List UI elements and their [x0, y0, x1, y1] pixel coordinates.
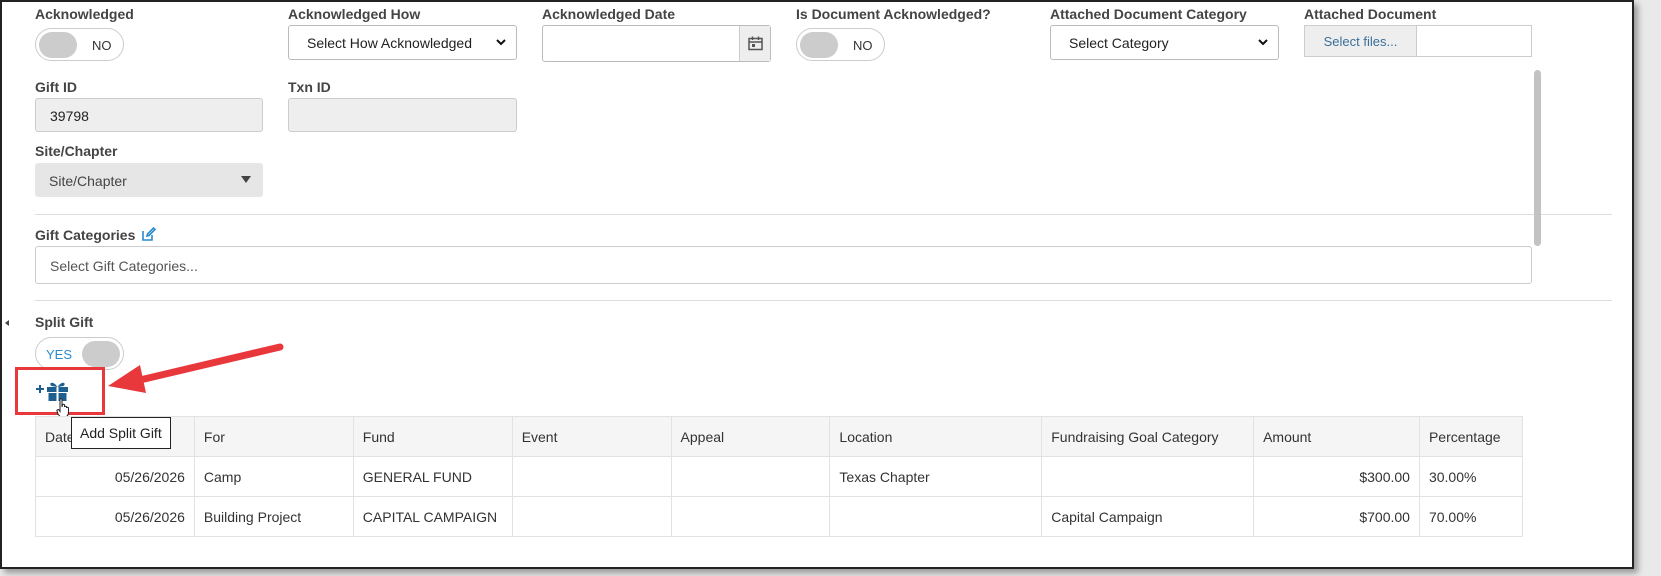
gift-id-input[interactable]: 39798 [35, 98, 263, 132]
cell-appeal [670, 496, 831, 537]
divider [35, 300, 1612, 301]
form-window: Acknowledged Acknowledged How Acknowledg… [0, 0, 1634, 569]
vertical-scrollbar[interactable] [1532, 62, 1543, 522]
txn-id-label: Txn ID [288, 79, 331, 95]
cell-goal-category [1041, 456, 1255, 497]
cell-fund: CAPITAL CAMPAIGN [352, 496, 513, 537]
select-value: Site/Chapter [49, 173, 127, 189]
split-gift-label: Split Gift [35, 314, 94, 330]
column-header-for[interactable]: For [193, 416, 354, 457]
cell-percentage: 70.00% [1418, 496, 1524, 537]
attached-document-label: Attached Document [1304, 6, 1437, 22]
site-chapter-select[interactable]: Site/Chapter [35, 163, 263, 197]
cell-amount: $300.00 [1253, 456, 1420, 497]
hand-cursor-icon [56, 398, 69, 418]
table-row[interactable]: 05/26/2026 Building Project CAPITAL CAMP… [35, 496, 1524, 537]
cell-event [511, 456, 672, 497]
cell-appeal [670, 456, 831, 497]
gift-id-label: Gift ID [35, 79, 77, 95]
document-acknowledged-toggle[interactable]: NO [796, 28, 885, 61]
site-chapter-label: Site/Chapter [35, 143, 118, 159]
column-header-event[interactable]: Event [511, 416, 672, 457]
gift-categories-label-text: Gift Categories [35, 227, 136, 243]
column-header-percentage[interactable]: Percentage [1418, 416, 1524, 457]
txn-id-input[interactable] [288, 98, 517, 132]
annotation-arrow [108, 343, 284, 393]
document-acknowledged-label: Is Document Acknowledged? [796, 6, 991, 22]
acknowledged-label: Acknowledged [35, 6, 134, 22]
cell-location [829, 496, 1043, 537]
acknowledged-date-input[interactable] [542, 25, 771, 62]
select-value: Select How Acknowledged [307, 35, 472, 51]
collapse-arrow-icon[interactable] [5, 320, 9, 326]
toggle-text: NO [853, 38, 873, 53]
acknowledged-date-label: Acknowledged Date [542, 6, 676, 22]
cell-date: 05/26/2026 [35, 456, 195, 497]
select-value: Select Category [1069, 35, 1169, 51]
acknowledged-how-label: Acknowledged How [288, 6, 421, 22]
chevron-down-icon [496, 39, 506, 46]
gift-categories-placeholder: Select Gift Categories... [50, 258, 198, 274]
cell-percentage: 30.00% [1418, 456, 1524, 497]
gift-categories-label: Gift Categories [35, 226, 157, 243]
divider [35, 214, 1612, 215]
split-gift-table: Date For Fund Event Appeal Location Fund… [35, 416, 1524, 537]
gift-categories-input[interactable]: Select Gift Categories... [35, 246, 1532, 284]
toggle-text: NO [92, 38, 112, 53]
table-row[interactable]: 05/26/2026 Camp GENERAL FUND Texas Chapt… [35, 456, 1524, 497]
column-header-fund[interactable]: Fund [352, 416, 513, 457]
acknowledged-toggle[interactable]: NO [35, 28, 124, 61]
cell-amount: $700.00 [1253, 496, 1420, 537]
column-header-location[interactable]: Location [829, 416, 1043, 457]
attached-document-field: Select files... [1304, 25, 1532, 57]
cell-date: 05/26/2026 [35, 496, 195, 537]
cell-location: Texas Chapter [829, 456, 1043, 497]
cell-for: Camp [193, 456, 354, 497]
attached-document-category-select[interactable]: Select Category [1050, 25, 1279, 60]
chevron-down-icon [1258, 39, 1268, 46]
attached-document-category-label: Attached Document Category [1050, 6, 1247, 22]
column-header-appeal[interactable]: Appeal [670, 416, 831, 457]
toggle-knob [800, 32, 838, 58]
scrollbar-thumb[interactable] [1534, 70, 1541, 246]
toggle-knob [39, 32, 77, 58]
acknowledged-how-select[interactable]: Select How Acknowledged [288, 25, 517, 60]
cell-fund: GENERAL FUND [352, 456, 513, 497]
select-files-button[interactable]: Select files... [1305, 26, 1417, 56]
table-header-row: Date For Fund Event Appeal Location Fund… [35, 416, 1524, 457]
cell-event [511, 496, 672, 537]
toggle-text: YES [46, 347, 73, 362]
cell-goal-category: Capital Campaign [1041, 496, 1255, 537]
calendar-button[interactable] [739, 26, 770, 61]
add-split-gift-tooltip: Add Split Gift [71, 417, 171, 449]
column-header-amount[interactable]: Amount [1253, 416, 1420, 457]
column-header-goal-category[interactable]: Fundraising Goal Category [1041, 416, 1255, 457]
edit-icon[interactable] [141, 226, 157, 242]
cell-for: Building Project [193, 496, 354, 537]
calendar-icon [748, 36, 763, 51]
caret-down-icon [241, 176, 251, 183]
